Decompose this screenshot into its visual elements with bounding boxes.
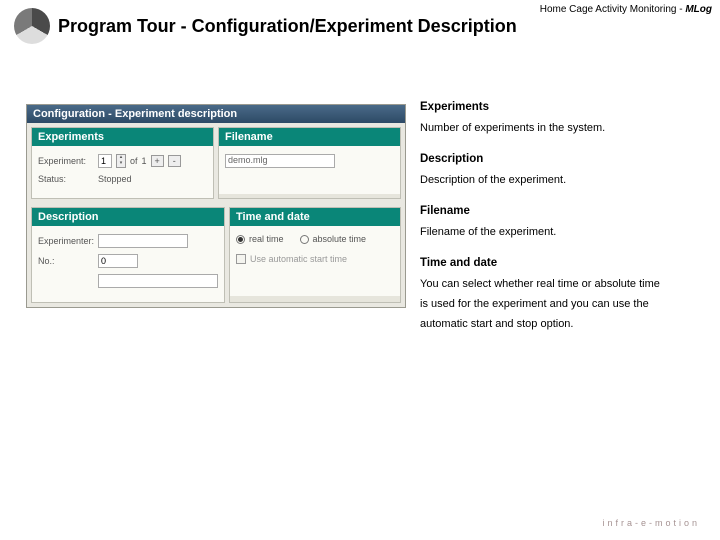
doc-text-experiments: Number of experiments in the system. <box>420 120 700 138</box>
label-experimenter: Experimenter: <box>38 236 94 246</box>
panel-experiments: Experiments Experiment: ▴▾ of 1 + - Stat… <box>31 127 214 199</box>
doc-heading-description: Description <box>420 150 700 168</box>
page-title: Program Tour - Configuration/Experiment … <box>58 16 517 37</box>
doc-text-description: Description of the experiment. <box>420 172 700 190</box>
panel-description: Description Experimenter: No.: <box>31 207 225 303</box>
panel-header-experiments: Experiments <box>32 128 213 146</box>
no-input[interactable] <box>98 254 138 268</box>
checkbox-auto-start[interactable] <box>236 254 246 264</box>
panel-time-date: Time and date real time absolute time Us… <box>229 207 401 303</box>
panel-header-time-date: Time and date <box>230 208 400 226</box>
label-auto-start: Use automatic start time <box>250 254 347 264</box>
product-short-text: MLog <box>685 4 712 15</box>
doc-heading-time-date: Time and date <box>420 254 700 272</box>
product-line-text: Home Cage Activity Monitoring - <box>540 4 686 15</box>
footer-brand: infra-e-motion <box>602 518 700 528</box>
doc-column: Experiments Number of experiments in the… <box>420 92 700 345</box>
btn-add-experiment[interactable]: + <box>151 155 164 167</box>
doc-text-filename: Filename of the experiment. <box>420 224 700 242</box>
label-real-time: real time <box>249 234 284 244</box>
filename-input[interactable]: demo.mlg <box>225 154 335 168</box>
label-total: 1 <box>142 156 147 166</box>
header-product-line: Home Cage Activity Monitoring - MLog <box>540 4 712 15</box>
config-window: Configuration - Experiment description E… <box>26 104 406 308</box>
label-status: Status: <box>38 174 94 184</box>
doc-text-time-date-1: You can select whether real time or abso… <box>420 276 700 294</box>
experiment-number-input[interactable] <box>98 154 112 168</box>
panel-header-filename: Filename <box>219 128 400 146</box>
panel-filename: Filename demo.mlg <box>218 127 401 199</box>
logo-icon <box>14 8 50 44</box>
btn-remove-experiment[interactable]: - <box>168 155 181 167</box>
window-title-bar: Configuration - Experiment description <box>27 105 405 123</box>
radio-real-time[interactable] <box>236 235 245 244</box>
label-absolute-time: absolute time <box>313 234 367 244</box>
experiment-stepper[interactable]: ▴▾ <box>116 154 126 168</box>
label-experiment: Experiment: <box>38 156 94 166</box>
status-value: Stopped <box>98 174 132 184</box>
doc-heading-filename: Filename <box>420 202 700 220</box>
panel-header-description: Description <box>32 208 224 226</box>
doc-heading-experiments: Experiments <box>420 98 700 116</box>
label-of: of <box>130 156 138 166</box>
experimenter-input[interactable] <box>98 234 188 248</box>
label-no: No.: <box>38 256 94 266</box>
doc-text-time-date-2: is used for the experiment and you can u… <box>420 296 700 314</box>
description-input[interactable] <box>98 274 218 288</box>
radio-absolute-time[interactable] <box>300 235 309 244</box>
doc-text-time-date-3: automatic start and stop option. <box>420 316 700 334</box>
chevron-down-icon[interactable]: ▾ <box>117 161 125 167</box>
